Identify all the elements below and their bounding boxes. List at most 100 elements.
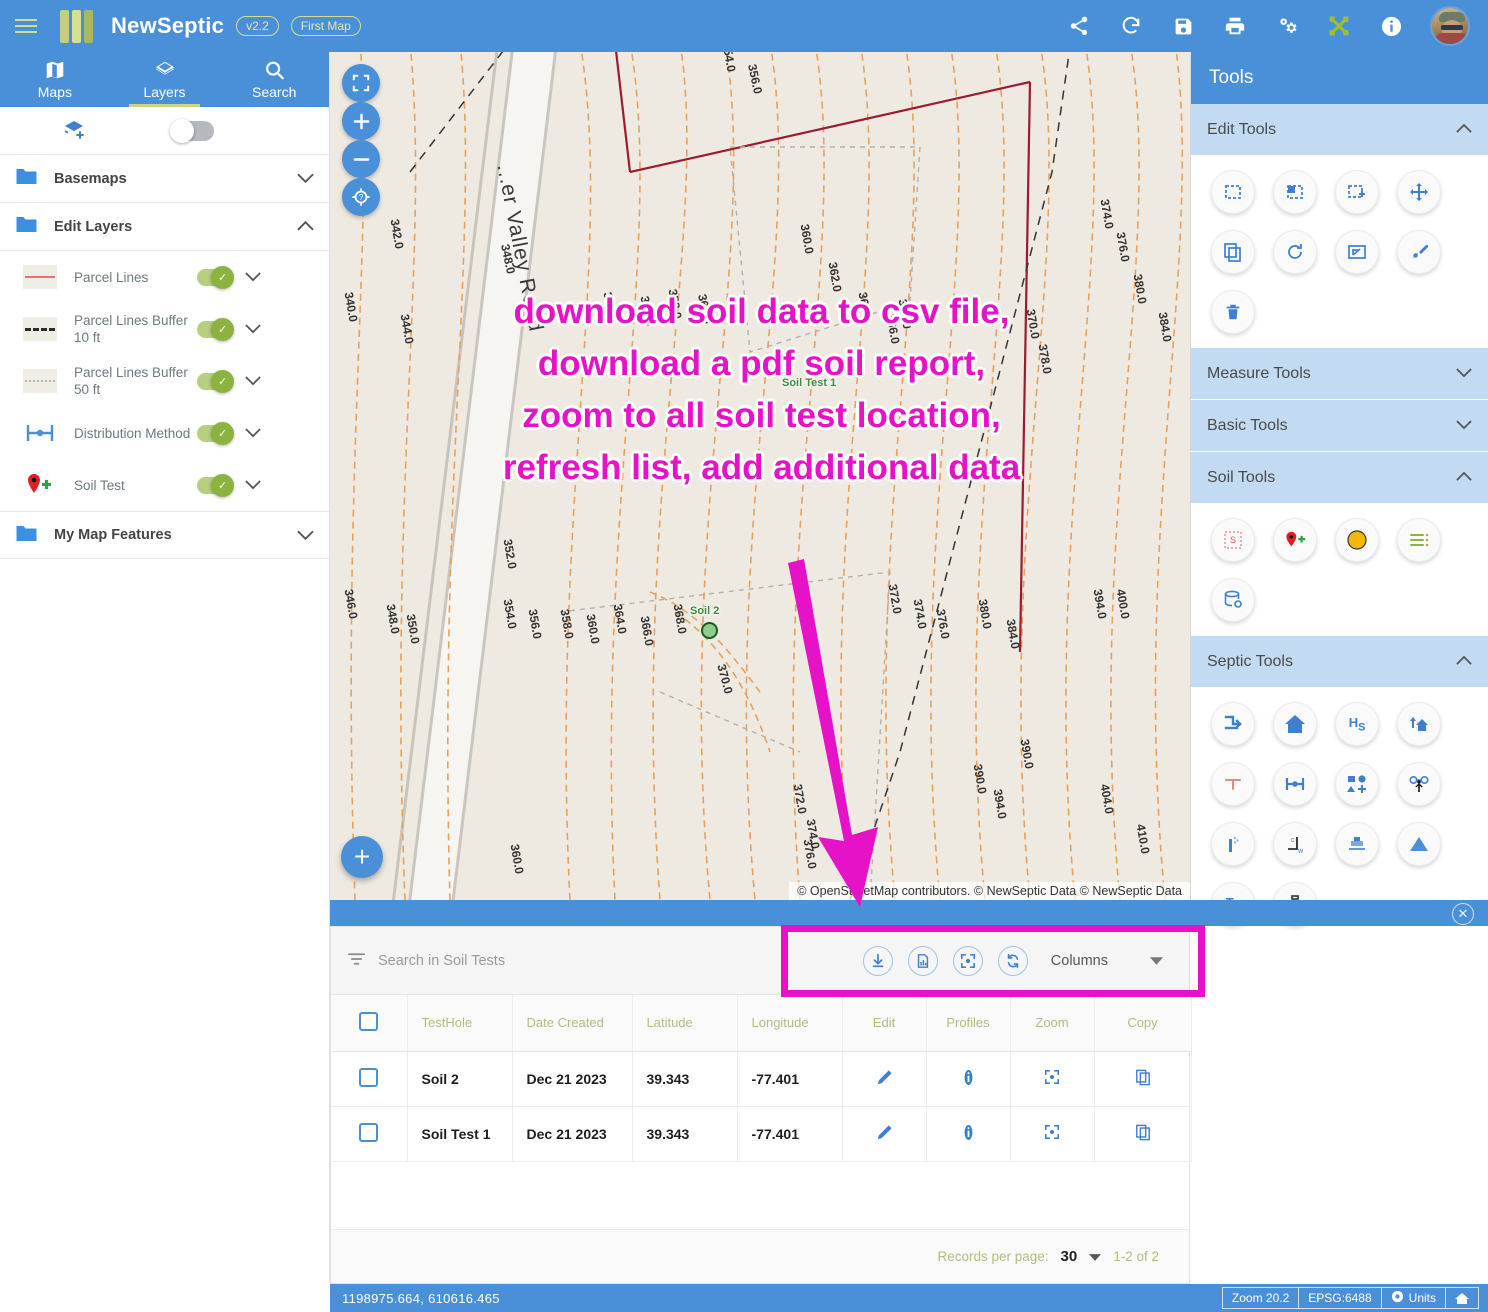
soil-profile-list-icon[interactable]	[1397, 518, 1441, 562]
layer-visibility-toggle[interactable]: ✓	[197, 317, 234, 341]
refresh-list-icon[interactable]	[997, 945, 1028, 976]
resize-icon[interactable]	[1335, 230, 1379, 274]
layer-row-parcel-buffer-50[interactable]: Parcel Lines Buffer 50 ft ✓	[0, 355, 329, 407]
info-icon[interactable]	[1378, 13, 1404, 39]
locate-icon[interactable]: ?	[342, 178, 380, 216]
zoom-to-all-icon[interactable]	[952, 945, 983, 976]
col-testhole[interactable]: TestHole	[407, 995, 513, 1052]
print-icon[interactable]	[1222, 13, 1248, 39]
chevron-up-icon[interactable]	[1456, 121, 1472, 139]
row-checkbox[interactable]	[359, 1122, 379, 1142]
tank-top-icon[interactable]	[1335, 822, 1379, 866]
chevron-down-icon[interactable]	[245, 480, 263, 490]
pipe-bend-icon[interactable]	[1211, 702, 1255, 746]
chevron-down-icon[interactable]	[1150, 953, 1163, 969]
select-all-checkbox[interactable]	[359, 1011, 379, 1031]
layer-visibility-toggle[interactable]: ✓	[197, 421, 234, 445]
tools-crossed-icon[interactable]	[1326, 13, 1352, 39]
share-icon[interactable]	[1066, 13, 1092, 39]
layer-row-parcel-lines[interactable]: Parcel Lines ✓	[0, 251, 329, 303]
tab-maps[interactable]: Maps	[0, 52, 110, 107]
zoom-in-icon[interactable]	[342, 102, 380, 140]
save-icon[interactable]	[1170, 13, 1196, 39]
refresh-icon[interactable]	[1118, 13, 1144, 39]
move-icon[interactable]	[1397, 170, 1441, 214]
soil-database-icon[interactable]	[1211, 578, 1255, 622]
search-soil-tests[interactable]: Search in Soil Tests	[347, 951, 505, 971]
download-csv-icon[interactable]	[862, 945, 893, 976]
col-longitude[interactable]: Longitude	[737, 995, 843, 1052]
row-edit-button[interactable]	[842, 1106, 927, 1162]
row-copy-button[interactable]	[1094, 1051, 1192, 1107]
triangle-icon[interactable]	[1397, 822, 1441, 866]
sidebar-group-my-map-features[interactable]: My Map Features	[0, 511, 329, 559]
add-feature-button[interactable]: +	[341, 836, 383, 878]
distribution-icon[interactable]	[1273, 762, 1317, 806]
fullscreen-icon[interactable]	[342, 64, 380, 102]
accordion-soil-tools[interactable]: Soil Tools	[1191, 452, 1488, 504]
chevron-down-icon[interactable]	[245, 272, 263, 282]
row-edit-button[interactable]	[842, 1051, 927, 1107]
soil-boundary-icon[interactable]: S	[1211, 518, 1255, 562]
row-checkbox[interactable]	[359, 1067, 379, 1087]
map-point-marker[interactable]	[701, 622, 718, 639]
tab-layers[interactable]: Layers	[110, 52, 220, 107]
chevron-down-icon[interactable]	[297, 530, 315, 541]
add-layer-icon[interactable]	[0, 119, 150, 143]
map-name-badge[interactable]: First Map	[290, 16, 361, 36]
paint-brush-icon[interactable]	[1397, 230, 1441, 274]
chevron-down-icon[interactable]	[245, 324, 263, 334]
pdf-report-icon[interactable]	[907, 945, 938, 976]
copy-icon[interactable]	[1211, 230, 1255, 274]
layer-row-distribution-method[interactable]: Distribution Method ✓	[0, 407, 329, 459]
select-box-icon[interactable]	[1211, 170, 1255, 214]
layer-visibility-toggle[interactable]: ✓	[197, 473, 234, 497]
layers-master-toggle[interactable]	[170, 118, 214, 143]
chevron-up-icon[interactable]	[1456, 653, 1472, 671]
user-avatar[interactable]	[1430, 6, 1470, 46]
features-add-icon[interactable]	[1335, 762, 1379, 806]
col-latitude[interactable]: Latitude	[632, 995, 738, 1052]
pump-person-icon[interactable]	[1397, 762, 1441, 806]
layer-visibility-toggle[interactable]: ✓	[197, 265, 234, 289]
chevron-down-icon[interactable]	[1456, 365, 1472, 383]
sidebar-group-edit-layers[interactable]: Edit Layers	[0, 203, 329, 251]
zoom-out-icon[interactable]	[342, 140, 380, 178]
rotate-icon[interactable]	[1273, 230, 1317, 274]
tab-search[interactable]: Search	[219, 52, 329, 107]
cw-pipe-icon[interactable]: cw	[1273, 822, 1317, 866]
layer-row-parcel-buffer-10[interactable]: Parcel Lines Buffer 10 ft ✓	[0, 303, 329, 355]
chevron-down-icon[interactable]	[245, 376, 263, 386]
row-zoom-button[interactable]	[1010, 1106, 1095, 1162]
epsg-button[interactable]: EPSG:6488	[1298, 1287, 1382, 1309]
hs-label-icon[interactable]: HS	[1335, 702, 1379, 746]
sidebar-group-basemaps[interactable]: Basemaps	[0, 155, 329, 203]
layer-row-soil-test[interactable]: Soil Test ✓	[0, 459, 329, 511]
map-canvas[interactable]: 340.0 342.0 344.0 346.0 348.0 348.0 350.…	[330, 52, 1190, 900]
soil-test-pin-icon[interactable]	[1273, 518, 1317, 562]
row-zoom-button[interactable]	[1010, 1051, 1095, 1107]
house-arrows-icon[interactable]	[1397, 702, 1441, 746]
units-button[interactable]: Units	[1380, 1287, 1446, 1309]
chevron-up-icon[interactable]	[1456, 469, 1472, 487]
menu-hamburger-icon[interactable]	[0, 19, 52, 33]
accordion-edit-tools[interactable]: Edit Tools	[1191, 104, 1488, 156]
close-icon[interactable]: ✕	[1452, 903, 1474, 925]
settings-gears-icon[interactable]	[1274, 13, 1300, 39]
select-add-icon[interactable]	[1335, 170, 1379, 214]
row-profiles-button[interactable]	[926, 1106, 1011, 1162]
row-copy-button[interactable]	[1094, 1106, 1192, 1162]
row-profiles-button[interactable]	[926, 1051, 1011, 1107]
table-row[interactable]: Soil 2 Dec 21 2023 39.343 -77.401	[331, 1051, 1192, 1107]
records-per-page-value[interactable]: 30	[1061, 1248, 1078, 1265]
chevron-down-icon[interactable]	[245, 428, 263, 438]
select-subtract-icon[interactable]	[1273, 170, 1317, 214]
accordion-septic-tools[interactable]: Septic Tools	[1191, 636, 1488, 688]
chevron-down-icon[interactable]	[297, 173, 315, 184]
layer-visibility-toggle[interactable]: ✓	[197, 369, 234, 393]
chevron-up-icon[interactable]	[297, 221, 315, 232]
chevron-down-icon[interactable]	[1456, 417, 1472, 435]
search-input[interactable]: Search in Soil Tests	[378, 953, 505, 969]
accordion-basic-tools[interactable]: Basic Tools	[1191, 400, 1488, 452]
vent-icon[interactable]	[1211, 822, 1255, 866]
